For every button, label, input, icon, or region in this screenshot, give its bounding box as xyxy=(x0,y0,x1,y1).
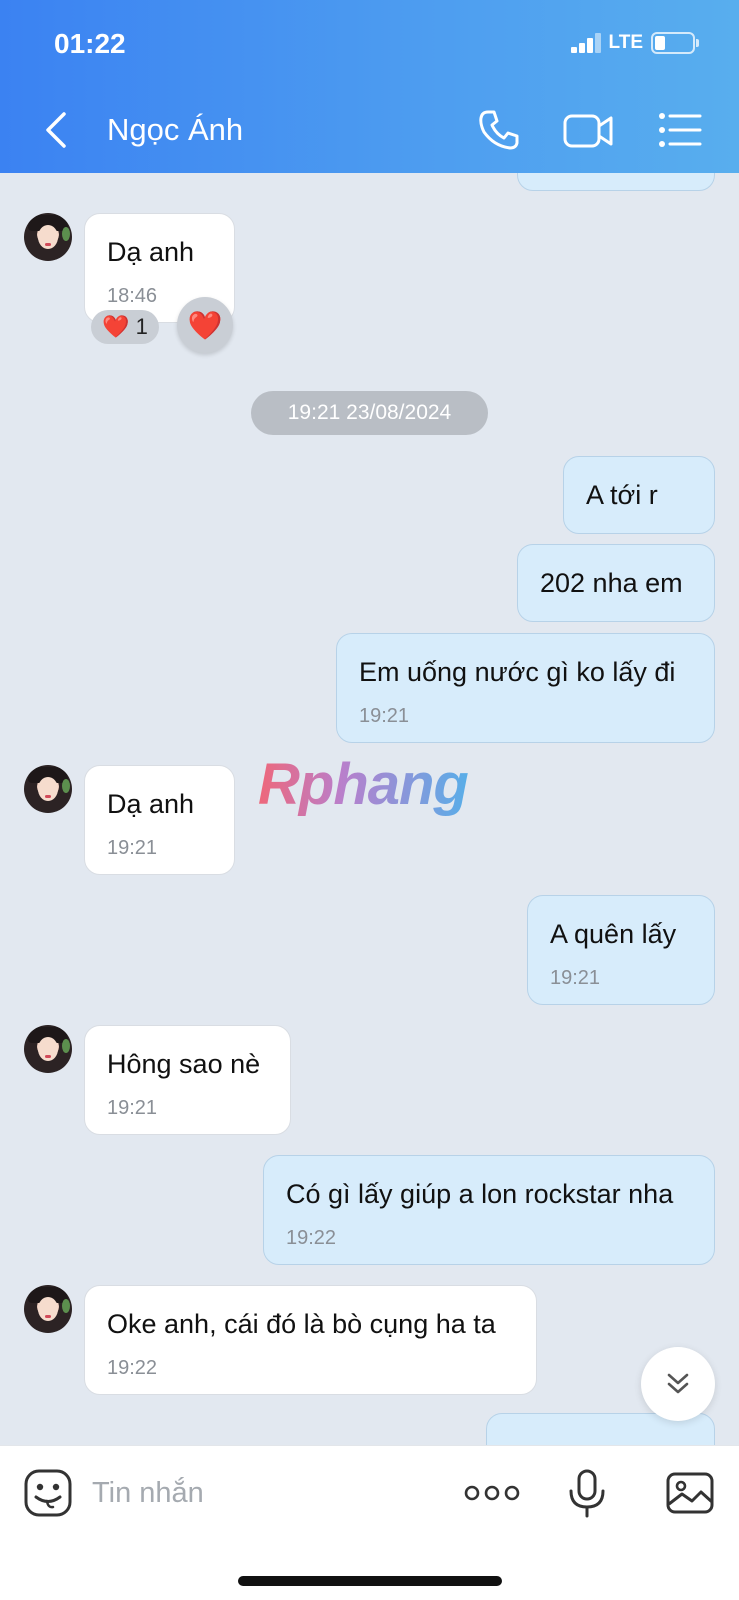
message-text: Hông sao nè xyxy=(107,1049,261,1079)
contact-avatar[interactable] xyxy=(24,765,72,813)
chevron-left-icon xyxy=(46,112,66,148)
phone-icon xyxy=(479,110,519,150)
video-call-button[interactable] xyxy=(562,106,614,154)
reaction-count: 1 xyxy=(135,314,148,339)
image-gallery-icon xyxy=(666,1472,714,1514)
message-time: 19:22 xyxy=(107,1357,158,1379)
more-dots-icon xyxy=(464,1485,520,1501)
date-separator: 19:21 23/08/2024 xyxy=(251,391,488,435)
message-text: Oke anh, cái đó là bò cụng ha ta xyxy=(107,1309,496,1339)
scroll-to-bottom-button[interactable] xyxy=(641,1347,715,1421)
message-text: A tới r xyxy=(586,480,658,510)
heart-icon: ❤️ xyxy=(102,314,130,339)
message-time: 18:46 xyxy=(107,285,158,307)
message-bubble[interactable]: Hông sao nè 19:21 xyxy=(84,1025,291,1135)
signal-icon xyxy=(570,33,601,53)
message-text: Dạ anh xyxy=(107,789,195,819)
react-button[interactable]: ❤️ xyxy=(177,297,233,353)
chat-header: 01:22 LTE Ngọc Ánh xyxy=(0,0,739,173)
watermark-logo: Rphang xyxy=(258,752,469,817)
sticker-button[interactable] xyxy=(23,1468,73,1518)
reaction-summary[interactable]: ❤️ 1 xyxy=(91,310,159,344)
heart-icon: ❤️ xyxy=(187,309,223,341)
message-text: Dạ anh xyxy=(107,237,195,267)
network-label: LTE xyxy=(608,32,643,53)
composer-bar xyxy=(0,1445,739,1600)
more-options-button[interactable] xyxy=(464,1468,520,1518)
message-bubble[interactable]: A quên lấy 19:21 xyxy=(527,895,715,1005)
message-bubble[interactable]: Oke anh, cái đó là bò cụng ha ta 19:22 xyxy=(84,1285,537,1395)
message-bubble[interactable]: 202 nha em xyxy=(517,544,715,622)
contact-name[interactable]: Ngọc Ánh xyxy=(107,112,243,148)
status-time: 01:22 xyxy=(54,28,126,59)
status-icons: LTE xyxy=(570,32,699,54)
contact-avatar[interactable] xyxy=(24,1025,72,1073)
emoji-sticker-icon xyxy=(24,1469,72,1517)
message-time: 19:22 xyxy=(286,1227,337,1249)
message-input[interactable] xyxy=(92,1470,422,1516)
contact-avatar[interactable] xyxy=(24,213,72,261)
contact-avatar[interactable] xyxy=(24,1285,72,1333)
message-time: 19:21 xyxy=(359,705,410,727)
microphone-icon xyxy=(569,1469,605,1518)
battery-icon xyxy=(651,32,699,54)
message-bubble[interactable]: Em uống nước gì ko lấy đi 19:21 xyxy=(336,633,715,743)
send-image-button[interactable] xyxy=(665,1468,715,1518)
video-camera-icon xyxy=(563,114,613,148)
message-text: Có gì lấy giúp a lon rockstar nha xyxy=(286,1179,674,1209)
voice-message-button[interactable] xyxy=(562,1468,612,1518)
options-menu-button[interactable] xyxy=(656,106,708,154)
message-time: 19:21 xyxy=(107,1097,158,1119)
home-indicator xyxy=(238,1576,502,1586)
message-text: A quên lấy xyxy=(550,919,677,949)
message-time: 19:21 xyxy=(107,837,158,859)
message-text: 202 nha em xyxy=(540,568,683,598)
double-chevron-down-icon xyxy=(667,1373,689,1394)
list-menu-icon xyxy=(659,113,702,147)
message-bubble[interactable]: Dạ anh 19:21 xyxy=(84,765,235,875)
message-bubble[interactable]: Có gì lấy giúp a lon rockstar nha 19:22 xyxy=(263,1155,715,1265)
message-text: Em uống nước gì ko lấy đi xyxy=(359,657,676,687)
back-button[interactable] xyxy=(38,108,78,152)
message-bubble-partial[interactable] xyxy=(517,173,715,191)
message-list[interactable]: Dạ anh 18:46 ❤️ 1 ❤️ 19:21 23/08/2024 A … xyxy=(0,173,739,1445)
voice-call-button[interactable] xyxy=(474,106,526,154)
message-time: 19:21 xyxy=(550,967,601,989)
message-bubble[interactable]: A tới r xyxy=(563,456,715,534)
